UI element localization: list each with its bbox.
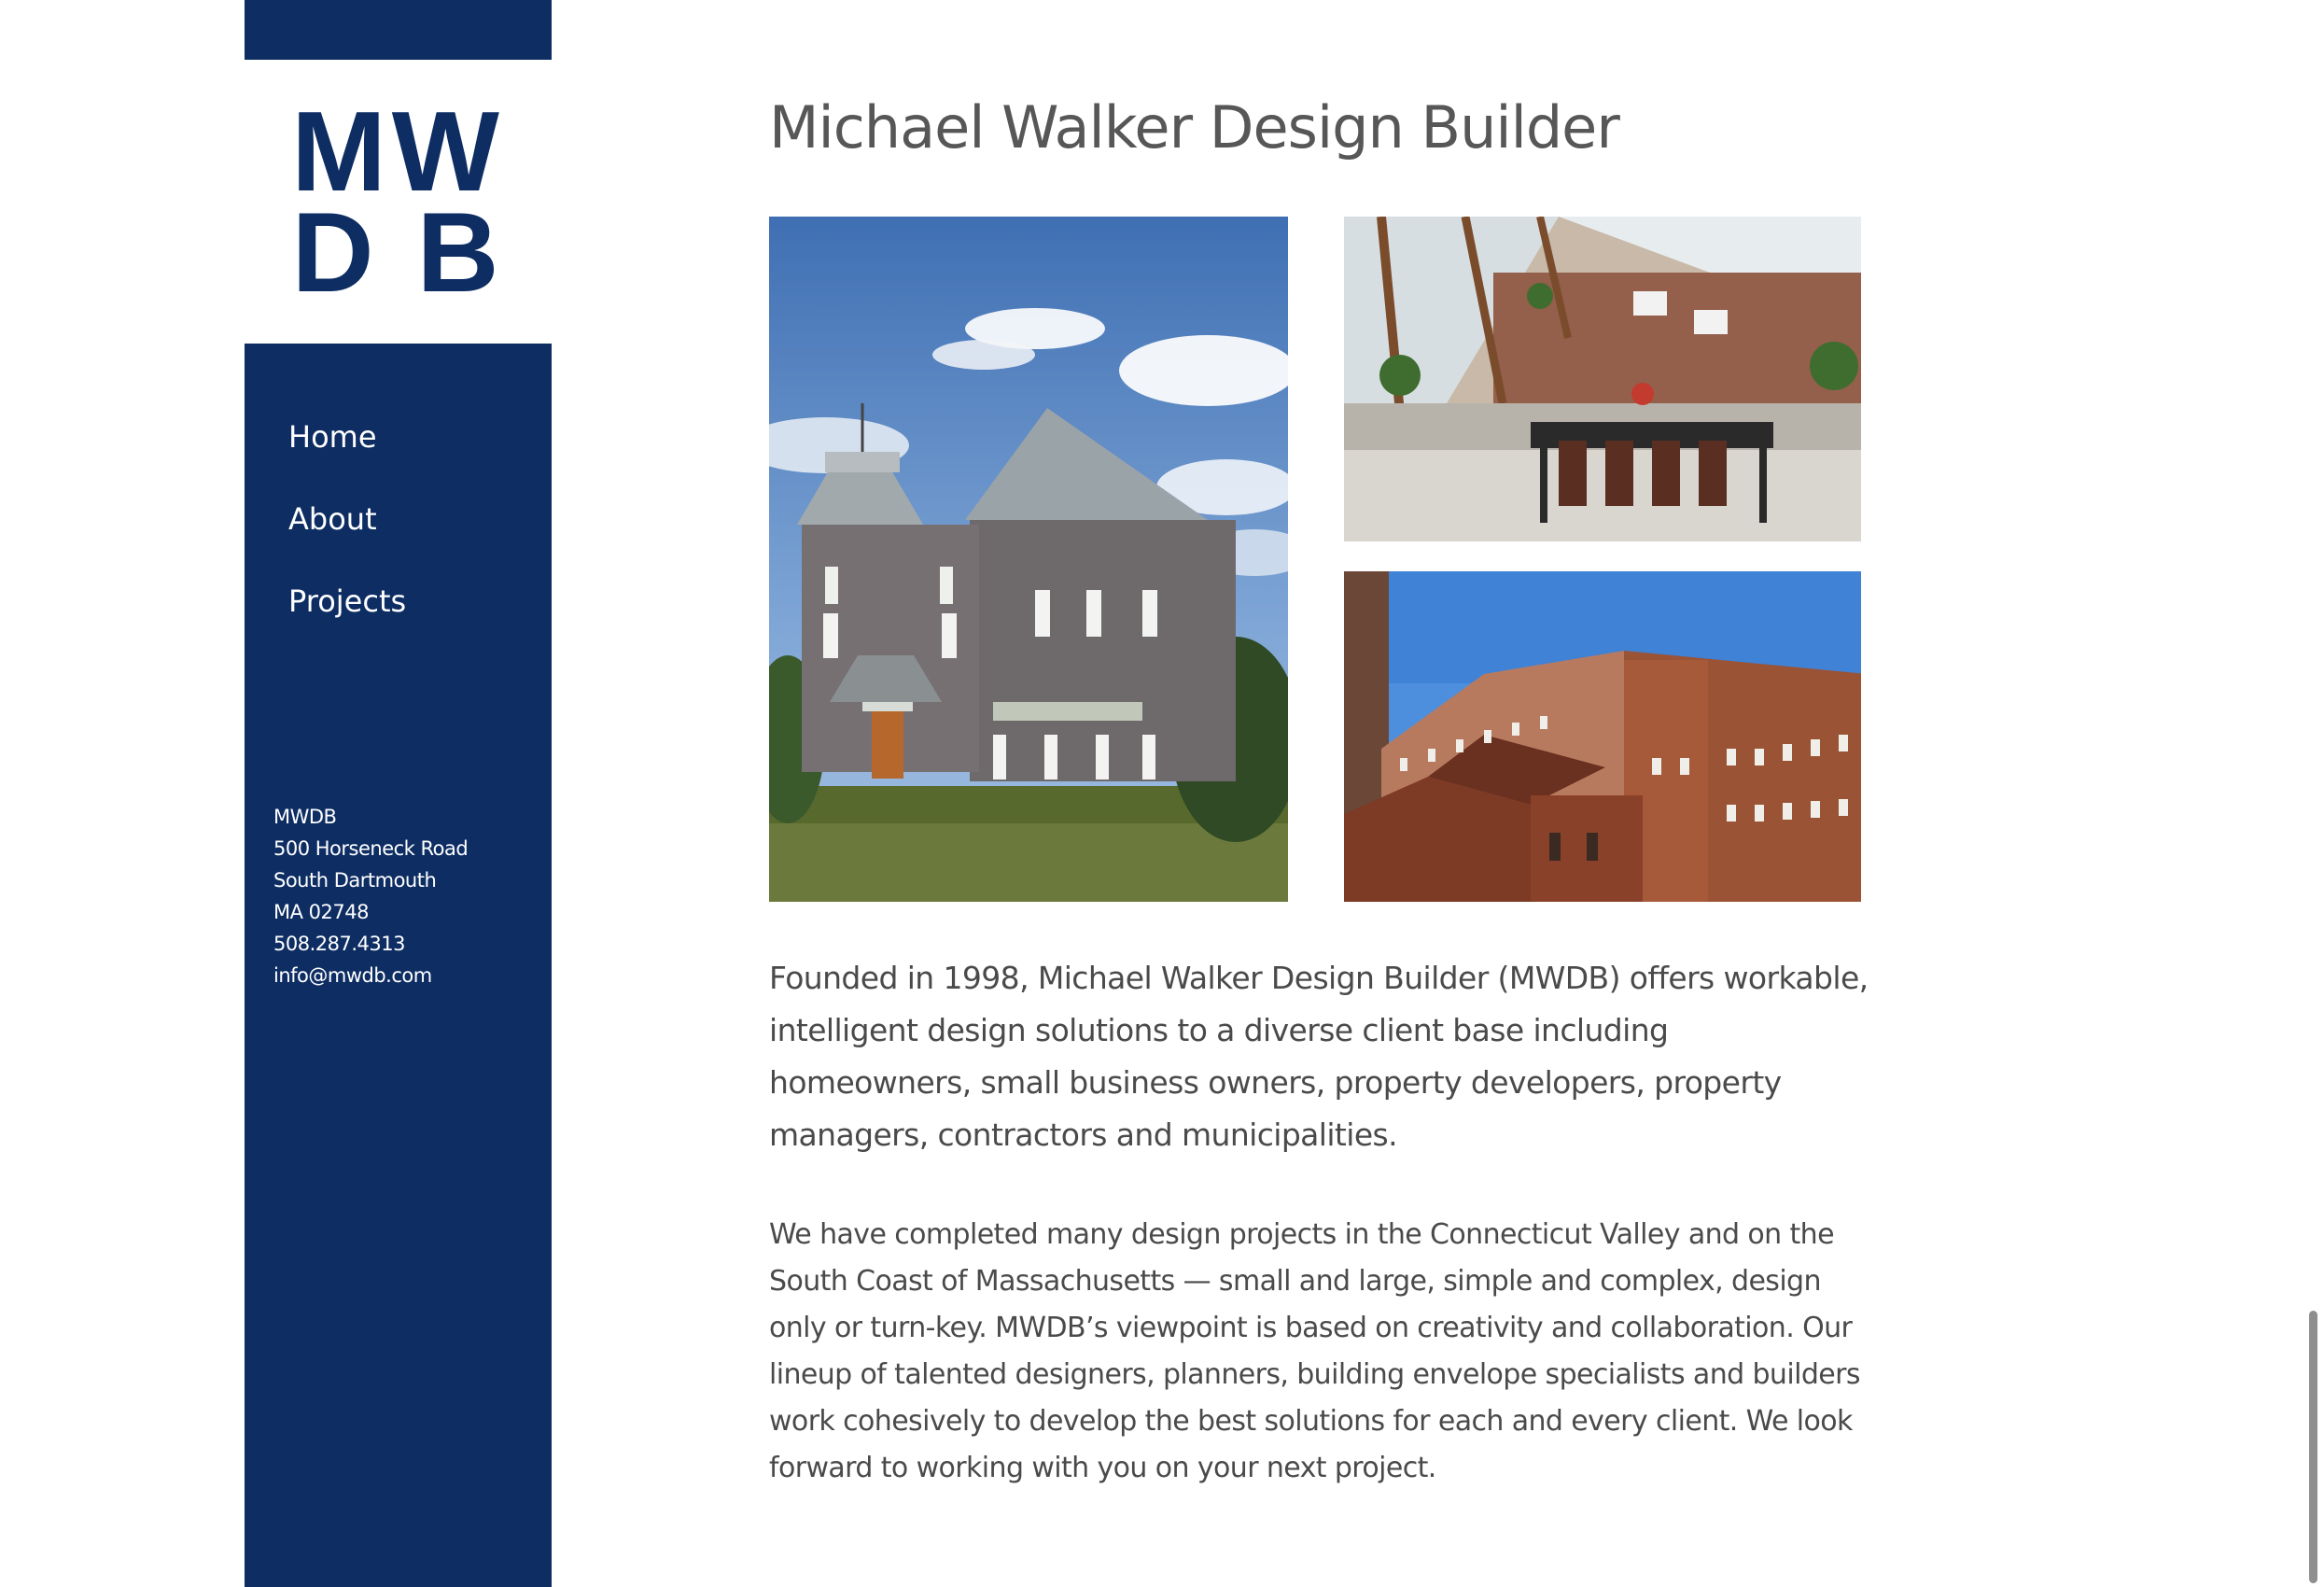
logo[interactable]: MW D B (245, 60, 552, 344)
logo-line-2: D B (291, 189, 505, 316)
contact-city: South Dartmouth (273, 869, 437, 892)
contact-address: MWDB 500 Horseneck Road South Dartmouth … (273, 801, 469, 991)
nav-item-projects[interactable]: Projects (288, 583, 406, 665)
contact-name: MWDB (273, 806, 337, 828)
sidebar: MW D B Home About Projects MWDB 500 Hors… (245, 0, 552, 1587)
photo-brick-mill (1344, 571, 1861, 902)
contact-email[interactable]: info@mwdb.com (273, 960, 468, 991)
photo-shingle-house (769, 217, 1288, 902)
contact-street: 500 Horseneck Road (273, 837, 469, 860)
main-nav: Home About Projects (288, 418, 406, 665)
nav-item-about[interactable]: About (288, 500, 406, 583)
page-title: Michael Walker Design Builder (769, 93, 1620, 162)
contact-phone[interactable]: 508.287.4313 (273, 928, 468, 960)
nav-item-home[interactable]: Home (288, 418, 406, 500)
logo-line-1: MW (291, 88, 505, 215)
photo-loft-interior (1344, 217, 1861, 541)
projects-paragraph: We have completed many design projects i… (769, 1218, 1860, 1484)
contact-state-zip: MA 02748 (273, 901, 369, 923)
intro-paragraph: Founded in 1998, Michael Walker Design B… (769, 960, 1869, 1153)
scrollbar-thumb[interactable] (2309, 1311, 2317, 1583)
